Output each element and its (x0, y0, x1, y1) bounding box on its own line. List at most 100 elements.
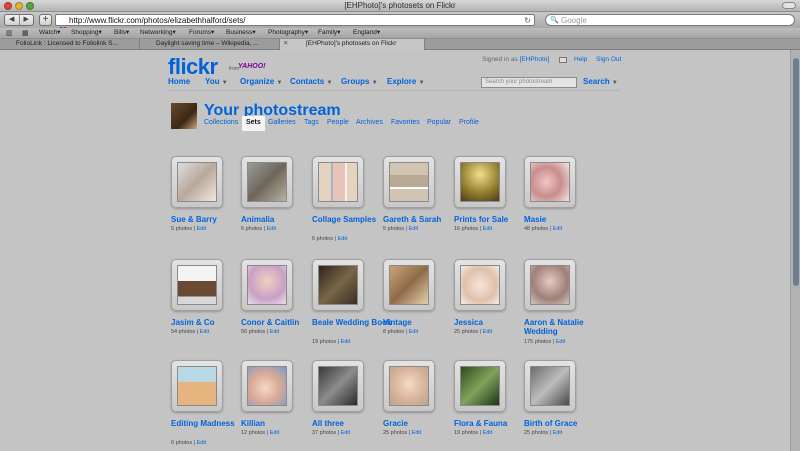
set-title-link[interactable]: Birth of Grace (524, 419, 604, 428)
set-edit-link[interactable]: Edit (409, 226, 418, 232)
bookmark-networking[interactable]: Networking▾ (140, 29, 176, 37)
set-edit-link[interactable]: Edit (409, 329, 418, 335)
vertical-scrollbar[interactable] (790, 50, 800, 451)
set-edit-link[interactable]: Edit (270, 329, 279, 335)
bookmark-business[interactable]: Business▾ (226, 29, 256, 37)
subnav-profile[interactable]: Profile (459, 119, 479, 126)
set-thumbnail[interactable] (241, 156, 293, 208)
set-title-link[interactable]: Collage Samples (312, 215, 392, 224)
mail-icon[interactable] (559, 57, 567, 63)
set-edit-link[interactable]: Edit (338, 236, 347, 242)
bookmark-forums[interactable]: Forums▾ (189, 29, 214, 37)
set-title-link[interactable]: Sue & Barry (171, 215, 251, 224)
sign-out-link[interactable]: Sign Out (596, 56, 621, 63)
nav-home[interactable]: Home (168, 77, 190, 86)
bookmark-england[interactable]: England▾ (353, 29, 380, 37)
nav-you[interactable]: You ▼ (205, 77, 228, 86)
set-thumbnail[interactable] (524, 259, 576, 311)
set-edit-link[interactable]: Edit (483, 430, 492, 436)
set-edit-link[interactable]: Edit (200, 329, 209, 335)
set-edit-link[interactable]: Edit (270, 430, 279, 436)
set-thumbnail[interactable] (524, 360, 576, 412)
scrollbar-thumb[interactable] (793, 58, 799, 286)
set-title-link[interactable]: Animalia (241, 215, 321, 224)
buddy-icon-avatar[interactable] (171, 103, 197, 129)
top-sites-icon[interactable]: ▦ (22, 30, 32, 37)
nav-explore[interactable]: Explore ▼ (387, 77, 425, 86)
tab-wikipedia[interactable]: Daylight saving time – Wikipedia, ... (140, 39, 280, 50)
set-thumbnail[interactable] (171, 259, 223, 311)
tab-flickr-sets[interactable]: ✕ [EHPhoto]'s photosets on Flickr (280, 39, 425, 50)
set-thumbnail[interactable] (312, 156, 364, 208)
set-title-link[interactable]: Prints for Sale (454, 215, 534, 224)
back-button[interactable]: ◀ (5, 15, 20, 25)
set-title-link[interactable]: All three (312, 419, 392, 428)
set-thumbnail[interactable] (241, 259, 293, 311)
set-edit-link[interactable]: Edit (197, 226, 206, 232)
username-link[interactable]: [EHPhoto] (520, 56, 550, 63)
set-edit-link[interactable]: Edit (341, 430, 350, 436)
set-title-link[interactable]: Vintage (383, 318, 463, 327)
set-thumbnail[interactable] (454, 156, 506, 208)
bookmark-bills[interactable]: Bills▾ (114, 29, 129, 37)
photostream-search-input[interactable]: Search your photostream (481, 77, 577, 88)
set-thumbnail[interactable] (171, 360, 223, 412)
set-edit-link[interactable]: Edit (553, 430, 562, 436)
set-thumbnail[interactable] (383, 360, 435, 412)
set-thumbnail[interactable] (383, 156, 435, 208)
set-edit-link[interactable]: Edit (197, 440, 206, 446)
subnav-galleries[interactable]: Galleries (268, 119, 296, 126)
set-title-link[interactable]: Flora & Fauna (454, 419, 534, 428)
set-title-link[interactable]: Jessica (454, 318, 534, 327)
bookmark-family[interactable]: Family▾ (318, 29, 340, 37)
subnav-sets[interactable]: Sets (242, 116, 265, 131)
search-menu[interactable]: Search ▼ (583, 77, 618, 86)
set-thumbnail[interactable] (383, 259, 435, 311)
set-edit-link[interactable]: Edit (483, 226, 492, 232)
subnav-people[interactable]: People (327, 119, 349, 126)
bookmark-photography[interactable]: Photography▾ (268, 29, 308, 37)
add-bookmark-button[interactable]: + (39, 14, 52, 26)
set-thumbnail[interactable] (454, 259, 506, 311)
subnav-archives[interactable]: Archives (356, 119, 383, 126)
set-title-link[interactable]: Editing Madness (171, 419, 251, 428)
subnav-tags[interactable]: Tags (304, 119, 319, 126)
browser-search-field[interactable]: 🔍 Google (545, 14, 795, 26)
tab-foliolink[interactable]: FolioLink : Licensed to Foliolink S... (0, 39, 140, 50)
set-title-link[interactable]: Masie (524, 215, 604, 224)
reload-icon[interactable]: ↻ (524, 15, 531, 26)
set-title-link[interactable]: Killian (241, 419, 321, 428)
set-edit-link[interactable]: Edit (267, 226, 276, 232)
set-thumbnail[interactable] (241, 360, 293, 412)
page-title[interactable]: Your photostream (204, 102, 341, 120)
set-title-link[interactable]: Gareth & Sarah (383, 215, 463, 224)
address-bar[interactable]: http://www.flickr.com/photos/elizabethha… (55, 14, 535, 31)
set-title-link[interactable]: Gracie (383, 419, 463, 428)
subnav-popular[interactable]: Popular (427, 119, 451, 126)
set-thumbnail[interactable] (454, 360, 506, 412)
set-edit-link[interactable]: Edit (483, 329, 492, 335)
bookmark-watch[interactable]: Watch▾ (39, 29, 60, 37)
set-edit-link[interactable]: Edit (553, 226, 562, 232)
url-text[interactable]: http://www.flickr.com/photos/elizabethha… (69, 15, 246, 26)
close-tab-icon[interactable]: ✕ (283, 39, 288, 49)
set-edit-link[interactable]: Edit (412, 430, 421, 436)
set-title-link[interactable]: Beale Wedding Book (312, 318, 392, 327)
bookmark-shopping[interactable]: Shopping▾ (71, 29, 102, 37)
bookmarks-book-icon[interactable]: ▥ (6, 30, 16, 37)
subnav-collections[interactable]: Collections (204, 119, 238, 126)
set-title-link[interactable]: Jasim & Co (171, 318, 251, 327)
set-thumbnail[interactable] (171, 156, 223, 208)
help-link[interactable]: Help (574, 56, 587, 63)
set-thumbnail[interactable] (524, 156, 576, 208)
set-title-link[interactable]: Aaron & Natalie Wedding (524, 318, 604, 336)
nav-contacts[interactable]: Contacts ▼ (290, 77, 332, 86)
set-edit-link[interactable]: Edit (556, 339, 565, 345)
set-title-link[interactable]: Conor & Caitlin (241, 318, 321, 327)
nav-groups[interactable]: Groups ▼ (341, 77, 378, 86)
set-edit-link[interactable]: Edit (341, 339, 350, 345)
set-thumbnail[interactable] (312, 259, 364, 311)
subnav-favorites[interactable]: Favorites (391, 119, 420, 126)
toolbar-toggle-button[interactable] (782, 2, 796, 9)
nav-organize[interactable]: Organize ▼ (240, 77, 282, 86)
